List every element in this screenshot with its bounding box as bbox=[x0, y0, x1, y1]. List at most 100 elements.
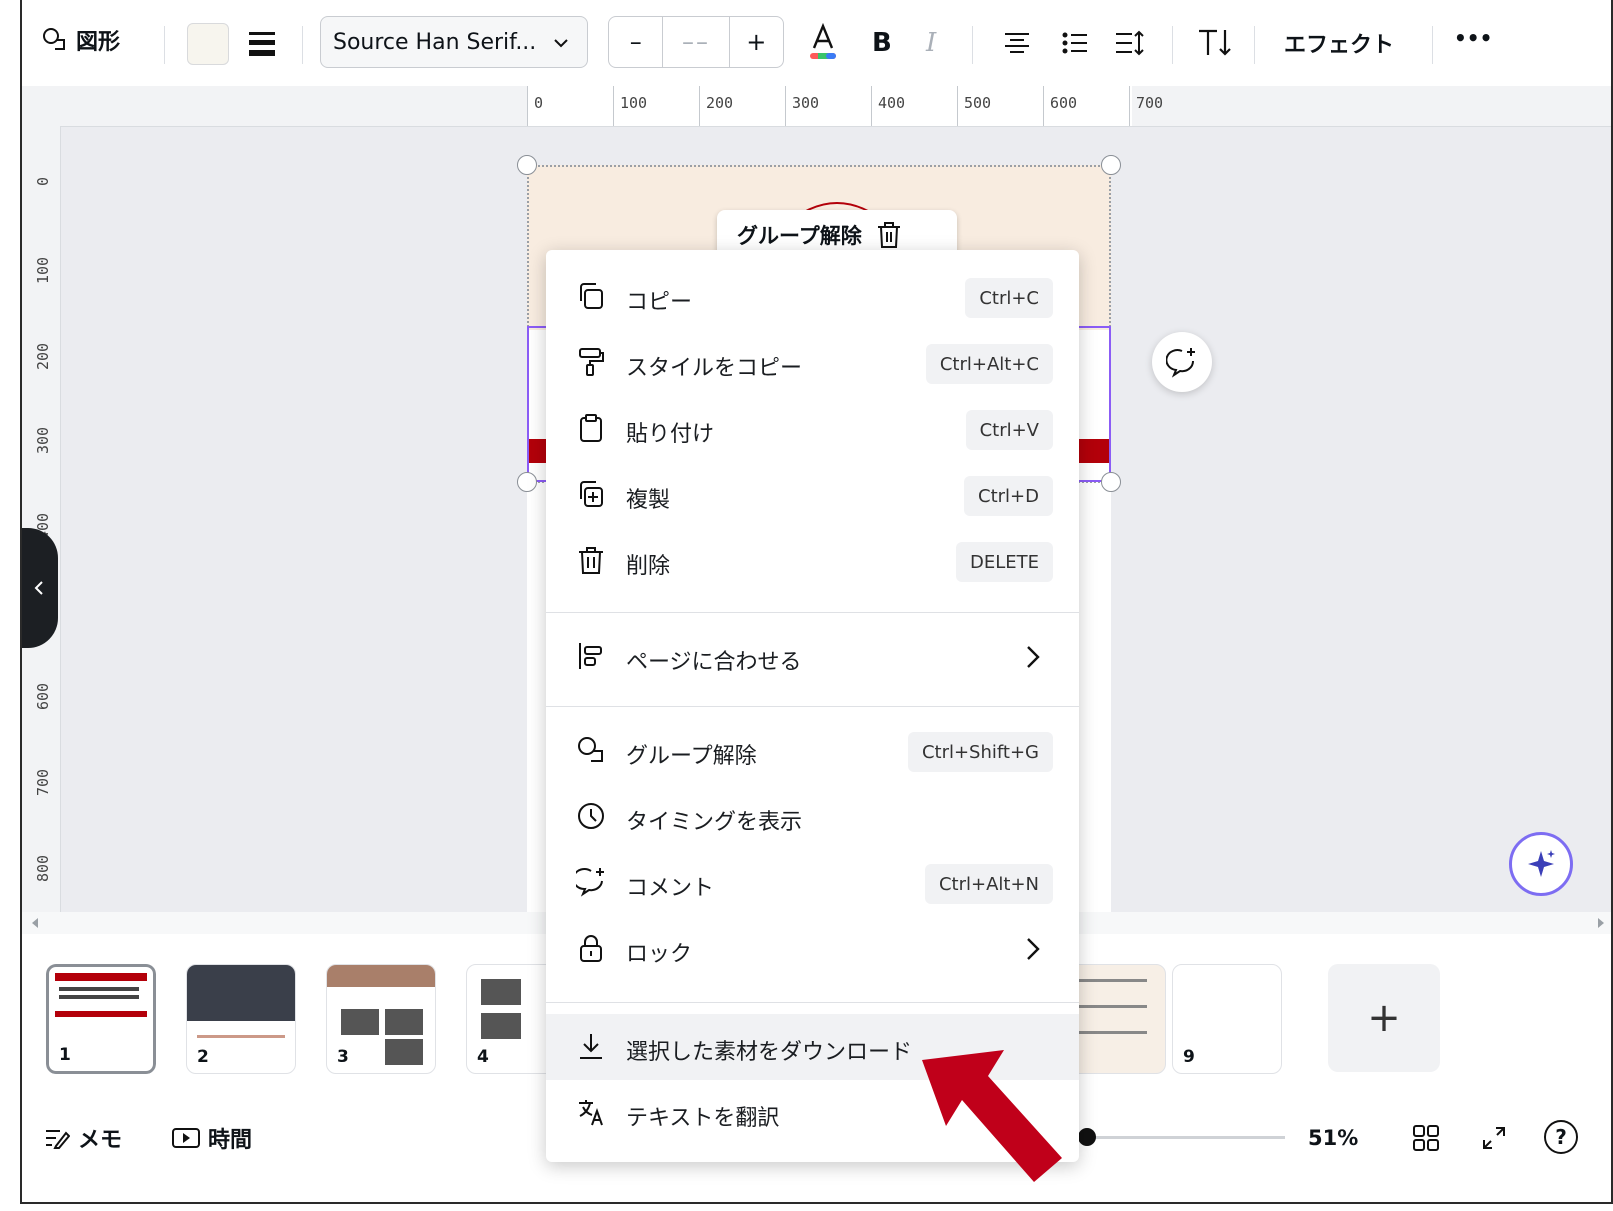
font-size-decrease-button[interactable]: – bbox=[609, 17, 664, 67]
chevron-down-icon bbox=[554, 39, 568, 48]
ruler-mark: 300 bbox=[785, 86, 871, 126]
resize-handle[interactable] bbox=[517, 155, 537, 175]
add-page-button[interactable]: + bbox=[1328, 964, 1440, 1072]
trash-icon[interactable] bbox=[876, 221, 902, 249]
shortcut-badge: DELETE bbox=[955, 542, 1053, 582]
menu-item-label: 削除 bbox=[626, 554, 671, 579]
menu-item-copy-style[interactable]: スタイルをコピー Ctrl+Alt+C bbox=[546, 330, 1079, 396]
menu-item-label: コメント bbox=[626, 876, 715, 901]
vertical-text-icon bbox=[1199, 29, 1231, 56]
menu-item-label: テキストを翻訳 bbox=[626, 1106, 780, 1131]
bold-button[interactable]: B bbox=[872, 28, 892, 58]
comment-add-icon bbox=[576, 868, 604, 897]
page-thumbnail-2[interactable]: 2 bbox=[186, 964, 296, 1074]
horizontal-ruler: 0 100 200 300 400 500 600 700 bbox=[22, 86, 1611, 127]
align-center-icon bbox=[1005, 33, 1029, 53]
more-options-button[interactable]: ••• bbox=[1454, 26, 1492, 50]
border-style-button[interactable] bbox=[247, 28, 277, 62]
notes-label: メモ bbox=[78, 1128, 123, 1153]
text-color-icon bbox=[810, 22, 836, 59]
font-family-select[interactable]: Source Han Serif... bbox=[320, 16, 588, 68]
shortcut-badge: Ctrl+V bbox=[965, 410, 1053, 450]
comment-add-icon bbox=[1166, 348, 1195, 378]
shortcut-badge: Ctrl+Shift+G bbox=[907, 732, 1053, 772]
menu-divider bbox=[546, 612, 1079, 613]
menu-item-label: 複製 bbox=[626, 488, 671, 513]
zoom-slider[interactable] bbox=[1085, 1136, 1285, 1139]
zoom-level[interactable]: 51% bbox=[1308, 1126, 1358, 1150]
color-swatch[interactable] bbox=[187, 23, 229, 65]
shape-button[interactable]: 図形 bbox=[42, 24, 120, 56]
page-thumbnail-3[interactable]: 3 bbox=[326, 964, 436, 1074]
align-button[interactable] bbox=[1002, 28, 1032, 62]
font-size-value[interactable]: –– bbox=[663, 17, 730, 67]
ruler-mark: 500 bbox=[957, 86, 1043, 126]
menu-item-label: 選択した素材をダウンロード bbox=[626, 1040, 913, 1065]
font-size-increase-button[interactable]: + bbox=[730, 17, 783, 67]
shortcut-badge: Ctrl+D bbox=[964, 476, 1053, 516]
page-number: 9 bbox=[1183, 1047, 1195, 1067]
scroll-right-icon[interactable] bbox=[1596, 917, 1606, 929]
menu-item-copy[interactable]: コピー Ctrl+C bbox=[546, 264, 1079, 330]
ruler-mark: 600 bbox=[1043, 86, 1129, 126]
page-number: 3 bbox=[337, 1047, 349, 1067]
clock-icon bbox=[578, 803, 604, 829]
ruler-mark: 400 bbox=[871, 86, 957, 126]
effects-button[interactable]: エフェクト bbox=[1284, 27, 1394, 59]
resize-handle[interactable] bbox=[1101, 155, 1121, 175]
chevron-right-icon bbox=[1027, 938, 1040, 960]
menu-item-delete[interactable]: 削除 DELETE bbox=[546, 528, 1079, 594]
play-timer-icon bbox=[172, 1128, 200, 1148]
shortcut-badge: Ctrl+C bbox=[965, 278, 1053, 318]
trash-icon bbox=[579, 547, 603, 574]
ruler-mark: 100 bbox=[613, 86, 699, 126]
grid-view-button[interactable] bbox=[1412, 1124, 1440, 1156]
line-spacing-icon bbox=[1116, 30, 1144, 56]
menu-item-label: ロック bbox=[626, 942, 693, 967]
notes-button[interactable]: メモ bbox=[44, 1122, 122, 1154]
red-pointer-arrow bbox=[922, 1050, 1062, 1182]
font-size-stepper[interactable]: – –– + bbox=[608, 16, 784, 68]
ruler-mark: 0 bbox=[527, 86, 613, 126]
help-button[interactable]: ? bbox=[1544, 1120, 1578, 1154]
border-weight-icon bbox=[249, 32, 275, 56]
chevron-right-icon bbox=[1027, 646, 1040, 668]
duplicate-icon bbox=[580, 481, 603, 507]
shortcut-badge: Ctrl+Alt+N bbox=[924, 864, 1053, 904]
bullet-list-icon bbox=[1062, 32, 1087, 54]
copy-icon bbox=[580, 283, 603, 309]
page-number: 2 bbox=[197, 1047, 209, 1067]
ruler-mark: 700 bbox=[1129, 86, 1215, 126]
context-menu: コピー Ctrl+C スタイルをコピー Ctrl+Alt+C 貼り付け Ctrl… bbox=[546, 250, 1079, 1162]
page-thumbnail-1[interactable]: 1 bbox=[44, 962, 158, 1076]
timing-button[interactable]: 時間 bbox=[172, 1122, 252, 1154]
menu-item-show-timing[interactable]: タイミングを表示 bbox=[546, 784, 1079, 850]
menu-item-align-to-page[interactable]: ページに合わせる bbox=[546, 624, 1079, 690]
menu-item-label: ページに合わせる bbox=[626, 650, 802, 675]
italic-button[interactable]: I bbox=[926, 28, 936, 58]
menu-item-ungroup[interactable]: グループ解除 Ctrl+Shift+G bbox=[546, 718, 1079, 784]
spacing-button[interactable] bbox=[1114, 28, 1146, 62]
add-comment-button[interactable] bbox=[1152, 332, 1212, 392]
list-button[interactable] bbox=[1060, 28, 1090, 62]
page-thumbnail-9[interactable]: 9 bbox=[1172, 964, 1282, 1074]
vertical-text-button[interactable] bbox=[1197, 26, 1235, 62]
menu-item-lock[interactable]: ロック bbox=[546, 916, 1079, 982]
ungroup-floating-button[interactable]: グループ解除 bbox=[737, 220, 862, 250]
menu-item-label: スタイルをコピー bbox=[626, 356, 803, 381]
menu-item-duplicate[interactable]: 複製 Ctrl+D bbox=[546, 462, 1079, 528]
menu-item-paste[interactable]: 貼り付け Ctrl+V bbox=[546, 396, 1079, 462]
menu-item-comment[interactable]: コメント Ctrl+Alt+N bbox=[546, 850, 1079, 916]
timing-label: 時間 bbox=[208, 1128, 253, 1153]
side-panel-toggle[interactable] bbox=[22, 528, 58, 648]
magic-assistant-button[interactable] bbox=[1509, 832, 1573, 896]
sparkle-icon bbox=[1528, 850, 1555, 877]
font-family-value: Source Han Serif... bbox=[333, 29, 537, 55]
page-number: 1 bbox=[59, 1045, 71, 1065]
fullscreen-button[interactable] bbox=[1480, 1124, 1508, 1156]
scroll-left-icon[interactable] bbox=[30, 917, 40, 929]
clipboard-icon bbox=[580, 414, 602, 442]
resize-handle[interactable] bbox=[1101, 472, 1121, 492]
resize-handle[interactable] bbox=[517, 472, 537, 492]
text-color-button[interactable] bbox=[806, 22, 840, 66]
